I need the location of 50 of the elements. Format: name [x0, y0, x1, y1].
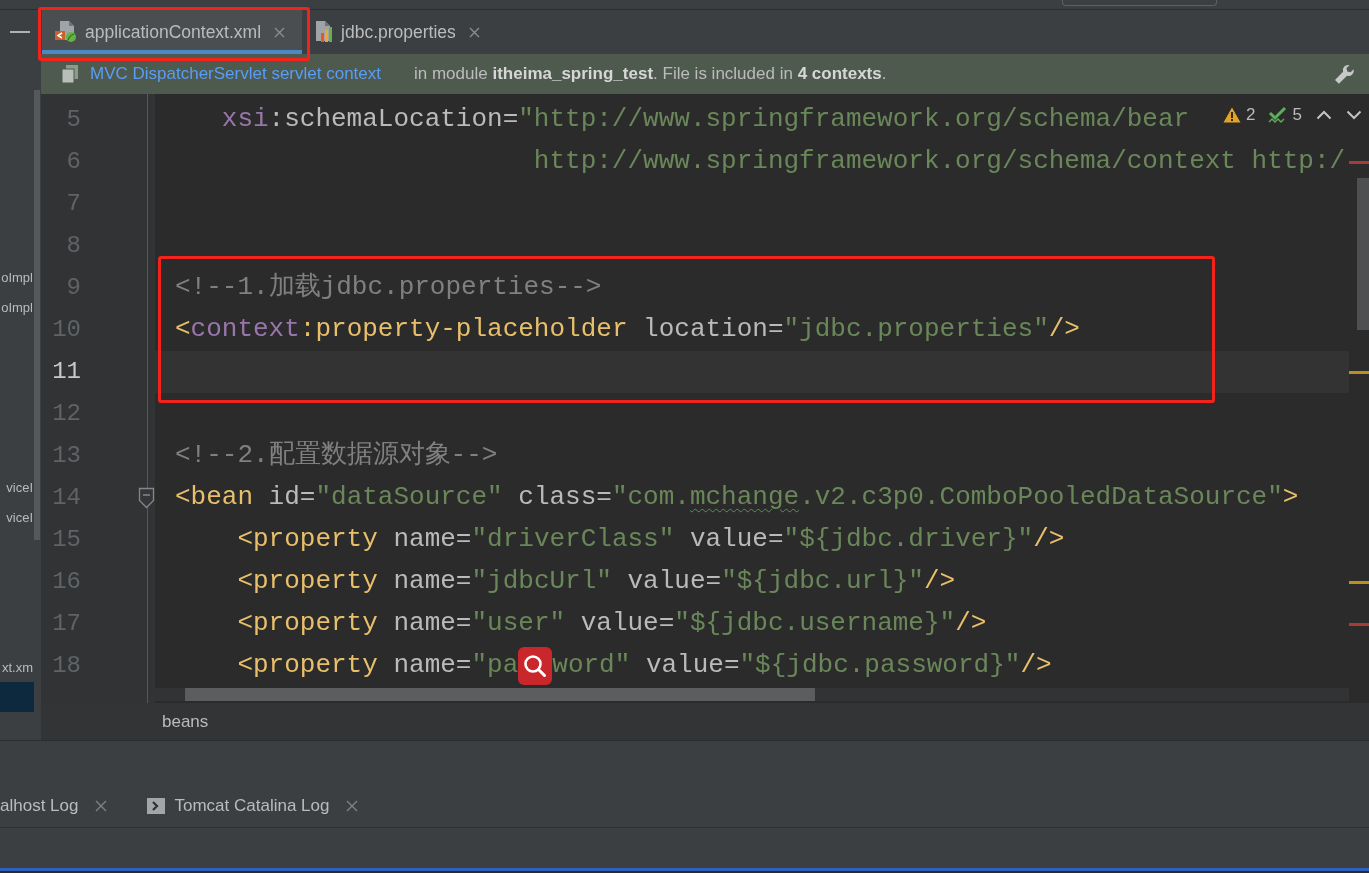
- code-line: http://www.springframework.org/schema/context http:/: [533, 146, 1346, 178]
- next-icon[interactable]: [1346, 110, 1362, 120]
- tree-item[interactable]: oImpl: [0, 292, 34, 322]
- close-icon[interactable]: [468, 26, 480, 38]
- banner-message: in module itheima_spring_test. File is included in 4 contexts.: [414, 64, 887, 84]
- code-line: word" value="${jdbc.password}"/>: [552, 650, 1052, 682]
- xml-file-icon: [54, 21, 78, 43]
- tree-item[interactable]: oImpl: [0, 262, 34, 292]
- code-line: <!--2.配置数据源对象-->: [175, 440, 498, 472]
- tree-item[interactable]: viceI: [0, 502, 34, 532]
- wrench-icon[interactable]: [1334, 63, 1355, 85]
- code-line: <bean id="dataSource" class="com.mchange.v2.c3p0.ComboPooledDataSource">: [175, 482, 1299, 514]
- code-line: <property name="user" value="${jdbc.username}"/>: [237, 608, 987, 640]
- stripe-marker[interactable]: [1349, 580, 1369, 584]
- warnings-button[interactable]: 2: [1223, 105, 1256, 125]
- editor-tab[interactable]: applicationContext.xml: [42, 10, 303, 54]
- code-line: <property name="pa: [237, 650, 519, 682]
- close-icon[interactable]: [95, 800, 108, 812]
- scrollbar-thumb[interactable]: [1357, 178, 1369, 330]
- scrollbar-thumb[interactable]: [185, 688, 815, 701]
- check-icon: [1267, 106, 1288, 124]
- tree-item[interactable]: xt.xm: [0, 652, 34, 682]
- stripe-marker[interactable]: [1349, 622, 1369, 626]
- code-line: xsi:schemaLocation="http://www.springframework.org/schema/bear: [221, 104, 1190, 136]
- tool-tab[interactable]: Tomcat Catalina Log: [125, 785, 377, 827]
- breadcrumb-item[interactable]: beans: [162, 711, 209, 732]
- fold-icon[interactable]: [138, 487, 155, 509]
- toolbar-dropdown[interactable]: [1062, 0, 1217, 6]
- code-line: <property name="driverClass" value="${jdbc.driver}"/>: [237, 524, 1065, 556]
- close-icon[interactable]: [274, 26, 286, 38]
- tool-tab[interactable]: alhost Log: [0, 785, 126, 827]
- scrollbar-thumb[interactable]: [34, 90, 40, 540]
- editor-tab[interactable]: jdbc.properties: [302, 10, 497, 54]
- tree-item[interactable]: viceI: [0, 472, 34, 502]
- code-editor[interactable]: [41, 94, 1369, 703]
- close-icon[interactable]: [346, 800, 359, 812]
- stripe-marker[interactable]: [1349, 370, 1369, 374]
- search-icon[interactable]: [518, 647, 553, 685]
- code-line: <property name="jdbcUrl" value="${jdbc.url}"/>: [237, 566, 956, 598]
- code-line: <!--1.加载jdbc.properties-->: [175, 272, 602, 304]
- weak-warnings-button[interactable]: 5: [1267, 105, 1302, 125]
- warning-icon: [1223, 107, 1242, 123]
- horizontal-scrollbar[interactable]: [155, 688, 1349, 701]
- code-line: <context:property-placeholder location="jdbc.properties"/>: [175, 314, 1080, 346]
- documents-icon: [61, 64, 79, 84]
- stripe-marker[interactable]: [1349, 160, 1369, 164]
- console-icon: [147, 798, 166, 814]
- line-number: 11: [51, 360, 81, 384]
- properties-file-icon: [314, 21, 335, 43]
- previous-icon[interactable]: [1316, 110, 1332, 120]
